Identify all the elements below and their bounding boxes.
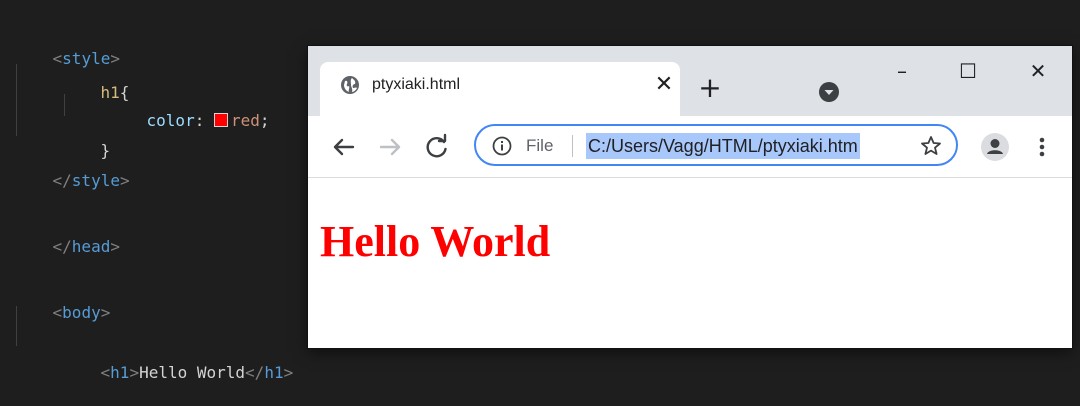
code-line[interactable]: <body>: [14, 280, 111, 322]
tab-title: ptyxiaki.html: [372, 76, 461, 93]
reload-icon[interactable]: [422, 132, 452, 162]
profile-avatar-icon[interactable]: [980, 132, 1010, 162]
info-icon[interactable]: [492, 136, 512, 156]
new-tab-button[interactable]: +: [696, 74, 724, 102]
forward-arrow-icon[interactable]: [376, 132, 406, 162]
bookmark-star-icon[interactable]: [920, 135, 942, 157]
code-line[interactable]: </style>: [14, 148, 130, 190]
close-window-button[interactable]: ✕: [1018, 54, 1058, 88]
code-line[interactable]: </head>: [14, 214, 120, 256]
tab-ptyxiaki[interactable]: ptyxiaki.html ✕: [320, 62, 680, 116]
code-line[interactable]: color: red;: [108, 88, 270, 130]
code-line[interactable]: <h1>Hello World</h1>: [62, 340, 294, 382]
url-text[interactable]: C:/Users/Vagg/HTML/ptyxiaki.htm: [586, 133, 860, 159]
color-swatch-icon[interactable]: [213, 113, 228, 127]
page-heading: Hello World: [320, 217, 551, 266]
kebab-menu-icon[interactable]: [1032, 132, 1052, 162]
back-arrow-icon[interactable]: [328, 132, 358, 162]
browser-window: ptyxiaki.html ✕ + – ☐ ✕ File C:/Users/Va…: [308, 46, 1072, 348]
code-line[interactable]: <style>: [14, 26, 120, 68]
code-line[interactable]: }: [62, 118, 111, 160]
code-line[interactable]: h1{: [62, 60, 130, 102]
url-scheme-label: File: [526, 136, 554, 155]
address-divider: [572, 135, 573, 157]
tab-search-icon[interactable]: [818, 81, 840, 103]
page-viewport: Hello World: [308, 178, 1072, 348]
globe-icon: [341, 76, 359, 94]
close-tab-button[interactable]: ✕: [652, 72, 676, 98]
maximize-button[interactable]: ☐: [948, 54, 988, 88]
minimize-button[interactable]: –: [882, 54, 922, 88]
address-bar[interactable]: File C:/Users/Vagg/HTML/ptyxiaki.htm: [474, 124, 958, 166]
browser-toolbar: File C:/Users/Vagg/HTML/ptyxiaki.htm: [308, 116, 1072, 178]
tab-strip: ptyxiaki.html ✕ + – ☐ ✕: [308, 46, 1072, 116]
